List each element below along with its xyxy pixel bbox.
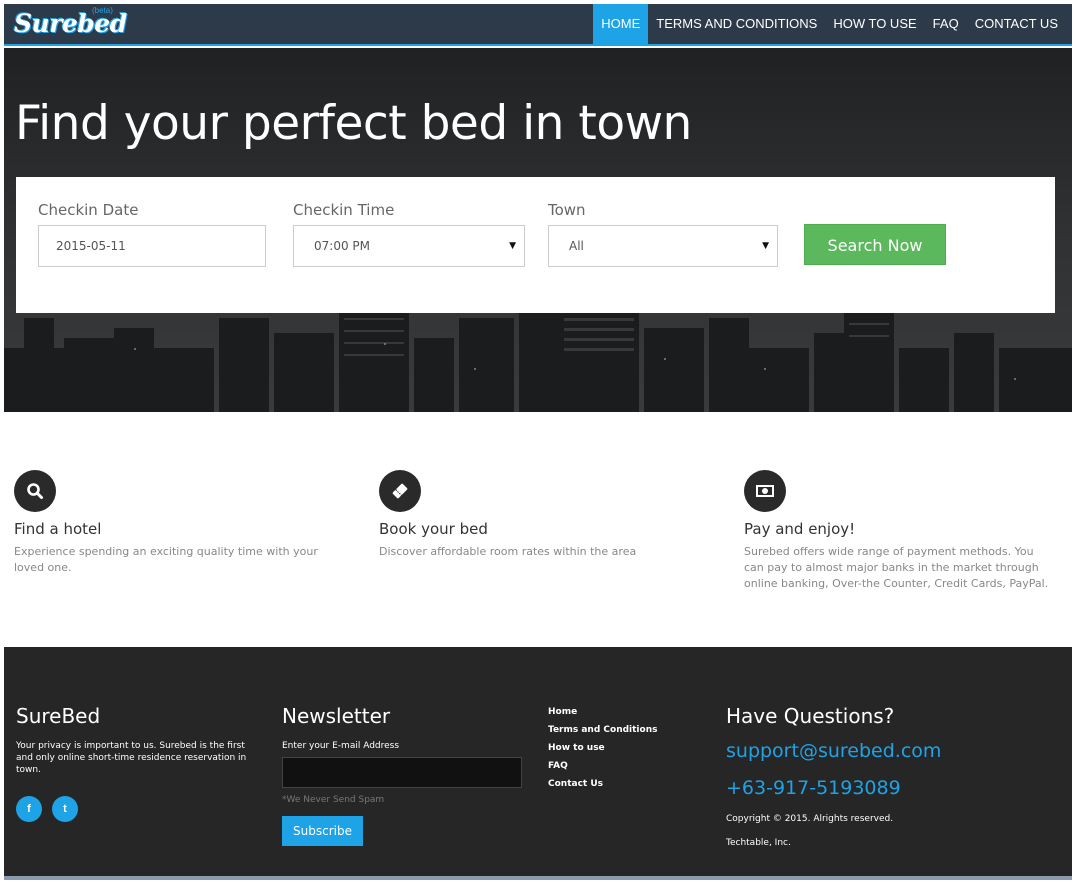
spam-note: *We Never Send Spam [282,795,385,805]
caret-down-icon: ▼ [762,241,769,251]
checkin-time-select[interactable]: 07:00 PM ▼ [293,225,525,267]
support-phone[interactable]: +63-917-5193089 [726,777,901,799]
main-menu: HOME TERMS AND CONDITIONS HOW TO USE FAQ… [593,4,1066,44]
nav-home[interactable]: HOME [593,4,649,44]
town-select[interactable]: All ▼ [548,225,778,267]
footer-link-faq[interactable]: FAQ [548,757,657,775]
footer-about-text: Your privacy is important to us. Surebed… [16,741,247,775]
have-questions-title: Have Questions? [726,704,895,728]
search-now-button[interactable]: Search Now [804,224,946,265]
checkin-date-label: Checkin Date [38,201,139,219]
copyright-text: Copyright © 2015. Alrights reserved. [726,814,894,824]
twitter-icon[interactable]: t [52,796,78,822]
newsletter-title: Newsletter [282,704,391,728]
nav-contact-us[interactable]: CONTACT US [967,4,1066,44]
newsletter-email-input[interactable] [282,757,522,788]
footer-link-terms[interactable]: Terms and Conditions [548,721,657,739]
footer-link-how-to-use[interactable]: How to use [548,739,657,757]
feature-description: Experience spending an exciting quality … [14,545,318,574]
footer-links: Home Terms and Conditions How to use FAQ… [548,703,657,793]
checkin-time-value: 07:00 PM [314,239,370,253]
footer-about-title: SureBed [16,704,101,728]
hero-title: Find your perfect bed in town [15,96,692,151]
town-label: Town [548,201,586,219]
nav-how-to-use[interactable]: HOW TO USE [825,4,924,44]
footer-link-contact-us[interactable]: Contact Us [548,775,657,793]
hero-banner: Find your perfect bed in town Checkin Da… [4,48,1072,412]
feature-description: Discover affordable room rates within th… [379,545,637,558]
feature-title: Pay and enjoy! [744,520,856,538]
money-icon [744,470,786,512]
beta-label: (beta) [92,6,113,15]
feature-title: Find a hotel [14,520,102,538]
town-value: All [569,239,584,253]
nav-faq[interactable]: FAQ [925,4,967,44]
search-icon [14,470,56,512]
top-navbar: Surebed (beta) HOME TERMS AND CONDITIONS… [4,4,1072,46]
checkin-date-input[interactable]: 2015-05-11 [38,225,266,267]
company-name: Techtable, Inc. [726,838,791,848]
caret-down-icon: ▼ [509,241,516,251]
checkin-time-label: Checkin Time [293,201,395,219]
footer: SureBed Your privacy is important to us.… [4,647,1072,876]
facebook-icon[interactable]: f [16,796,42,822]
search-form: Checkin Date 2015-05-11 Checkin Time 07:… [16,177,1055,313]
newsletter-email-label: Enter your E-mail Address [282,741,400,751]
footer-bottom-strip [4,876,1072,880]
support-email-link[interactable]: support@surebed.com [726,740,941,762]
checkin-date-value: 2015-05-11 [56,239,126,253]
ticket-icon [379,470,421,512]
surebed-logo[interactable]: Surebed (beta) [14,6,127,43]
feature-description: Surebed offers wide range of payment met… [744,545,1049,590]
subscribe-button[interactable]: Subscribe [282,816,363,846]
feature-title: Book your bed [379,520,488,538]
footer-link-home[interactable]: Home [548,703,657,721]
nav-terms[interactable]: TERMS AND CONDITIONS [648,4,825,44]
